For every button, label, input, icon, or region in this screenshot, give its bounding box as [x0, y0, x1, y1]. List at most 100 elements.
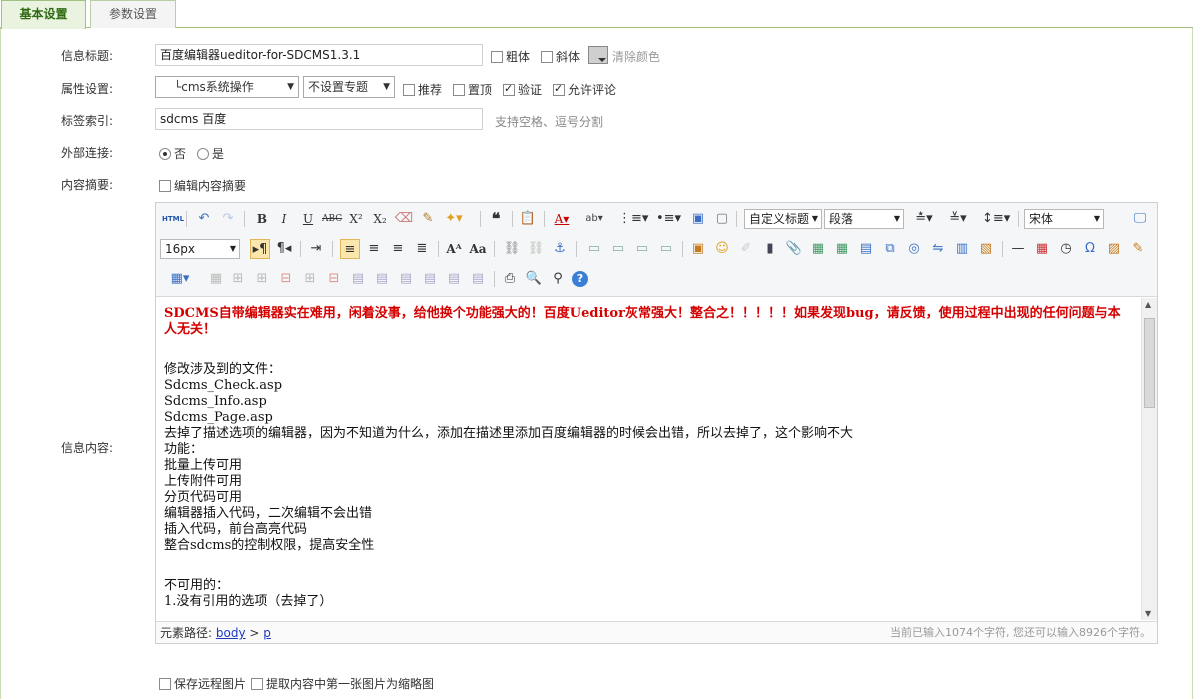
indent-icon[interactable]: ⇥	[306, 239, 326, 259]
image-left-icon[interactable]: ▭	[608, 239, 628, 259]
superscript-icon[interactable]: X²	[346, 209, 366, 229]
strikethrough-icon[interactable]: ABC	[322, 209, 342, 229]
attachment-icon[interactable]: 📎	[784, 239, 804, 259]
scroll-down-icon[interactable]: ▼	[1145, 609, 1151, 618]
italic-icon[interactable]: I	[274, 209, 294, 229]
emotion-icon[interactable]: ☺	[712, 239, 732, 259]
insert-paragraph-before-table-icon[interactable]: ⊞	[228, 269, 248, 289]
ltr-direction-icon[interactable]: ▸¶	[250, 239, 270, 259]
horizontal-rule-icon[interactable]: —	[1008, 239, 1028, 259]
topic-select[interactable]: 不设置专题 ▼	[303, 76, 395, 98]
image-icon[interactable]: ▣	[688, 239, 708, 259]
external-no-option[interactable]: 否	[159, 145, 186, 162]
undo-icon[interactable]: ↶	[194, 209, 214, 229]
scroll-up-icon[interactable]: ▲	[1145, 300, 1151, 309]
wordimage-icon[interactable]: ▨	[1104, 239, 1124, 259]
page-break-icon[interactable]: ⧉	[880, 239, 900, 259]
image-none-icon[interactable]: ▭	[584, 239, 604, 259]
fullscreen-icon[interactable]: 🖵	[1130, 209, 1150, 229]
path-p-link[interactable]: p	[263, 626, 271, 640]
format-brush-icon[interactable]: ✎	[418, 209, 438, 229]
comment-checkbox[interactable]	[553, 82, 565, 96]
editor-scrollbar[interactable]: ▲ ▼	[1141, 298, 1157, 620]
align-right-icon[interactable]: ≡	[388, 239, 408, 259]
font-color-icon[interactable]: A▾	[552, 209, 572, 229]
auto-format-icon[interactable]: ✦▾	[444, 209, 464, 229]
verify-checkbox[interactable]	[503, 82, 515, 96]
uppercase-icon[interactable]: Aᴬ	[444, 239, 464, 259]
blockquote-icon[interactable]: ❝	[486, 209, 506, 229]
help-icon[interactable]: ?	[572, 271, 588, 287]
title-input[interactable]: 百度编辑器ueditor-for-SDCMS1.3.1	[155, 44, 483, 66]
font-family-select[interactable]: 宋体 ▼	[1024, 209, 1104, 229]
background-color-icon[interactable]: ab▾	[584, 209, 604, 229]
edit-summary-checkbox[interactable]	[159, 180, 171, 192]
save-remote-checkbox[interactable]	[159, 678, 171, 690]
delete-table-icon[interactable]: ▦	[206, 269, 226, 289]
thumb-checkbox[interactable]	[251, 678, 263, 690]
tags-input[interactable]: sdcms 百度	[155, 108, 483, 130]
image-center-icon[interactable]: ▭	[656, 239, 676, 259]
merge-right-icon[interactable]: ▤	[372, 269, 392, 289]
align-justify-icon[interactable]: ≣	[412, 239, 432, 259]
align-center-icon[interactable]: ≡	[364, 239, 384, 259]
heading-select[interactable]: 自定义标题 ▼	[744, 209, 822, 229]
edit-icon[interactable]: ✎	[1128, 239, 1148, 259]
insert-row-icon[interactable]: ⊞	[252, 269, 272, 289]
verify-option[interactable]: 验证	[503, 81, 542, 98]
merge-down-icon[interactable]: ▤	[396, 269, 416, 289]
recommend-option[interactable]: 推荐	[403, 81, 442, 98]
select-all-icon[interactable]: ▣	[688, 209, 708, 229]
scrawl-icon[interactable]: ✐	[736, 239, 756, 259]
unordered-list-icon[interactable]: •≡▾	[656, 209, 681, 229]
delete-row-icon[interactable]: ⊟	[276, 269, 296, 289]
search-replace-icon[interactable]: ⚲	[548, 269, 568, 289]
italic-checkbox[interactable]	[541, 51, 553, 63]
split-rows-icon[interactable]: ▤	[444, 269, 464, 289]
underline-icon[interactable]: U	[298, 209, 318, 229]
bold-option[interactable]: 粗体	[491, 48, 530, 65]
italic-option[interactable]: 斜体	[541, 48, 580, 65]
date-icon[interactable]: ▦	[1032, 239, 1052, 259]
ordered-list-icon[interactable]: ⋮≡▾	[618, 209, 648, 229]
time-icon[interactable]: ◷	[1056, 239, 1076, 259]
external-yes-option[interactable]: 是	[197, 145, 224, 162]
rtl-direction-icon[interactable]: ¶◂	[274, 239, 294, 259]
line-height-icon[interactable]: ↕≡▾	[982, 209, 1010, 229]
external-yes-radio[interactable]	[197, 148, 209, 160]
insert-table-icon[interactable]: ▦▾	[170, 269, 190, 289]
redo-icon[interactable]: ↷	[218, 209, 238, 229]
video-icon[interactable]: ▮	[760, 239, 780, 259]
row-spacing-top-icon[interactable]: ≛▾	[914, 209, 934, 229]
anchor-icon[interactable]: ⚓	[550, 239, 570, 259]
editor-content[interactable]: SDCMS自带编辑器实在难用，闲着没事，给他换个功能强大的！百度Ueditor灰…	[156, 298, 1141, 620]
map-icon[interactable]: ▦	[808, 239, 828, 259]
background-icon[interactable]: ▧	[976, 239, 996, 259]
external-no-radio[interactable]	[159, 148, 171, 160]
insert-frame-icon[interactable]: ▤	[856, 239, 876, 259]
eraser-icon[interactable]: ⌫	[394, 209, 414, 229]
lowercase-icon[interactable]: Aa	[468, 239, 488, 259]
preview-icon[interactable]: 🔍	[524, 269, 544, 289]
insert-col-icon[interactable]: ⊞	[300, 269, 320, 289]
row-spacing-bottom-icon[interactable]: ≚▾	[948, 209, 968, 229]
gmap-icon[interactable]: ▦	[832, 239, 852, 259]
merge-cells-icon[interactable]: ▤	[348, 269, 368, 289]
link-icon[interactable]: ⛓	[502, 239, 522, 259]
subscript-icon[interactable]: X₂	[370, 209, 390, 229]
scrollbar-thumb[interactable]	[1144, 318, 1155, 408]
color-picker-button[interactable]	[588, 46, 608, 64]
delete-col-icon[interactable]: ⊟	[324, 269, 344, 289]
tab-basic-settings[interactable]: 基本设置	[1, 0, 86, 29]
thumb-option[interactable]: 提取内容中第一张图片为缩略图	[251, 675, 434, 692]
split-cols-icon[interactable]: ▤	[468, 269, 488, 289]
image-right-icon[interactable]: ▭	[632, 239, 652, 259]
edit-summary-option[interactable]: 编辑内容摘要	[159, 177, 246, 194]
top-option[interactable]: 置顶	[453, 81, 492, 98]
special-char-icon[interactable]: Ω	[1080, 239, 1100, 259]
category-select[interactable]: └cms系统操作 ▼	[155, 76, 299, 98]
html-source-icon[interactable]: HTML	[162, 209, 184, 229]
bold-icon[interactable]: B	[252, 209, 272, 229]
path-body-link[interactable]: body	[216, 626, 246, 640]
paragraph-select[interactable]: 段落 ▼	[824, 209, 904, 229]
